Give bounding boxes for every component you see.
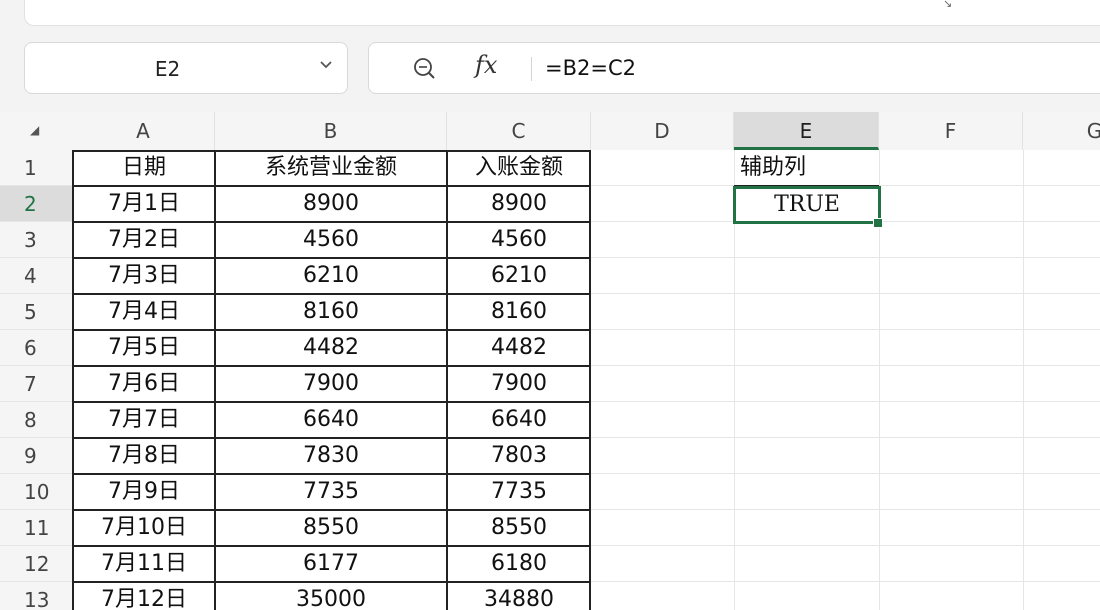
cell-system-amount[interactable]: 6210 xyxy=(216,258,446,294)
cell-booked-amount-header[interactable]: 入账金额 xyxy=(448,150,590,186)
cell-date[interactable]: 7月6日 xyxy=(74,366,214,402)
row-header-11[interactable]: 11 xyxy=(0,510,72,546)
column-header-a[interactable]: A xyxy=(72,112,215,150)
formula-bar: fx =B2=C2 xyxy=(368,42,1100,94)
cell-date[interactable]: 7月4日 xyxy=(74,294,214,330)
cell-system-amount[interactable]: 8550 xyxy=(216,510,446,546)
cell-system-amount[interactable]: 7735 xyxy=(216,474,446,510)
chevron-down-icon[interactable] xyxy=(317,55,335,78)
cell-system-amount[interactable]: 6640 xyxy=(216,402,446,438)
row-header-9[interactable]: 9 xyxy=(0,438,72,474)
cell-system-amount[interactable]: 8160 xyxy=(216,294,446,330)
cell-system-amount[interactable]: 8900 xyxy=(216,186,446,222)
cell-date[interactable]: 7月10日 xyxy=(74,510,214,546)
worksheet-grid[interactable]: ◢ A B C D E F G 1 2 3 4 5 6 7 8 9 10 11 12 13 日期 系统营业… xyxy=(0,112,1100,610)
cell-date-header[interactable]: 日期 xyxy=(74,150,214,186)
fx-icon[interactable]: fx xyxy=(475,51,497,79)
cell-booked-amount[interactable]: 7735 xyxy=(448,474,590,510)
fill-handle[interactable] xyxy=(873,218,883,228)
cell-booked-amount[interactable]: 6640 xyxy=(448,402,590,438)
cell-date[interactable]: 7月5日 xyxy=(74,330,214,366)
cell-booked-amount[interactable]: 4482 xyxy=(448,330,590,366)
row-header-1[interactable]: 1 xyxy=(0,150,72,186)
cell-e2-value[interactable]: TRUE xyxy=(733,186,881,224)
column-header-c[interactable]: C xyxy=(447,112,591,150)
row-header-13[interactable]: 13 xyxy=(0,582,72,610)
select-all-icon: ◢ xyxy=(30,123,40,137)
cell-date[interactable]: 7月8日 xyxy=(74,438,214,474)
cell-booked-amount[interactable]: 6180 xyxy=(448,546,590,582)
cell-system-amount[interactable]: 7900 xyxy=(216,366,446,402)
cell-date[interactable]: 7月2日 xyxy=(74,222,214,258)
cell-system-amount[interactable]: 6177 xyxy=(216,546,446,582)
dialog-launcher-icon[interactable]: ↘ xyxy=(943,0,952,10)
cell-booked-amount[interactable]: 8550 xyxy=(448,510,590,546)
cell-date[interactable]: 7月12日 xyxy=(74,582,214,610)
cell-date[interactable]: 7月1日 xyxy=(74,186,214,222)
column-header-d[interactable]: D xyxy=(591,112,734,150)
cell-booked-amount[interactable]: 34880 xyxy=(448,582,590,610)
column-header-b[interactable]: B xyxy=(215,112,447,150)
name-box[interactable]: E2 xyxy=(24,42,348,94)
row-header-5[interactable]: 5 xyxy=(0,294,72,330)
select-all-corner[interactable]: ◢ xyxy=(0,112,72,150)
cell-system-amount[interactable]: 35000 xyxy=(216,582,446,610)
row-header-3[interactable]: 3 xyxy=(0,222,72,258)
formula-input[interactable]: =B2=C2 xyxy=(545,56,636,80)
column-header-e[interactable]: E xyxy=(734,112,879,150)
row-header-7[interactable]: 7 xyxy=(0,366,72,402)
column-header-g[interactable]: G xyxy=(1023,112,1100,150)
row-header-4[interactable]: 4 xyxy=(0,258,72,294)
row-header-8[interactable]: 8 xyxy=(0,402,72,438)
cell-booked-amount[interactable]: 6210 xyxy=(448,258,590,294)
cell-booked-amount[interactable]: 8160 xyxy=(448,294,590,330)
zoom-icon[interactable] xyxy=(413,57,437,81)
cell-system-amount[interactable]: 4560 xyxy=(216,222,446,258)
helper-column-header[interactable]: 辅助列 xyxy=(734,150,840,186)
gridline xyxy=(1023,150,1024,610)
cell-date[interactable]: 7月7日 xyxy=(74,402,214,438)
cell-date[interactable]: 7月3日 xyxy=(74,258,214,294)
row-header-10[interactable]: 10 xyxy=(0,474,72,510)
cell-booked-amount[interactable]: 4560 xyxy=(448,222,590,258)
cell-system-amount[interactable]: 7830 xyxy=(216,438,446,474)
name-box-value[interactable]: E2 xyxy=(25,57,310,81)
cell-system-amount[interactable]: 4482 xyxy=(216,330,446,366)
column-header-f[interactable]: F xyxy=(879,112,1023,150)
cell-booked-amount[interactable]: 8900 xyxy=(448,186,590,222)
ribbon-strip: ↘ xyxy=(24,0,1100,26)
cell-system-amount-header[interactable]: 系统营业金额 xyxy=(216,150,446,186)
row-header-6[interactable]: 6 xyxy=(0,330,72,366)
cell-date[interactable]: 7月9日 xyxy=(74,474,214,510)
row-header-2[interactable]: 2 xyxy=(0,186,72,222)
row-header-12[interactable]: 12 xyxy=(0,546,72,582)
cell-date[interactable]: 7月11日 xyxy=(74,546,214,582)
cell-booked-amount[interactable]: 7900 xyxy=(448,366,590,402)
cell-booked-amount[interactable]: 7803 xyxy=(448,438,590,474)
formula-bar-divider xyxy=(531,57,532,81)
